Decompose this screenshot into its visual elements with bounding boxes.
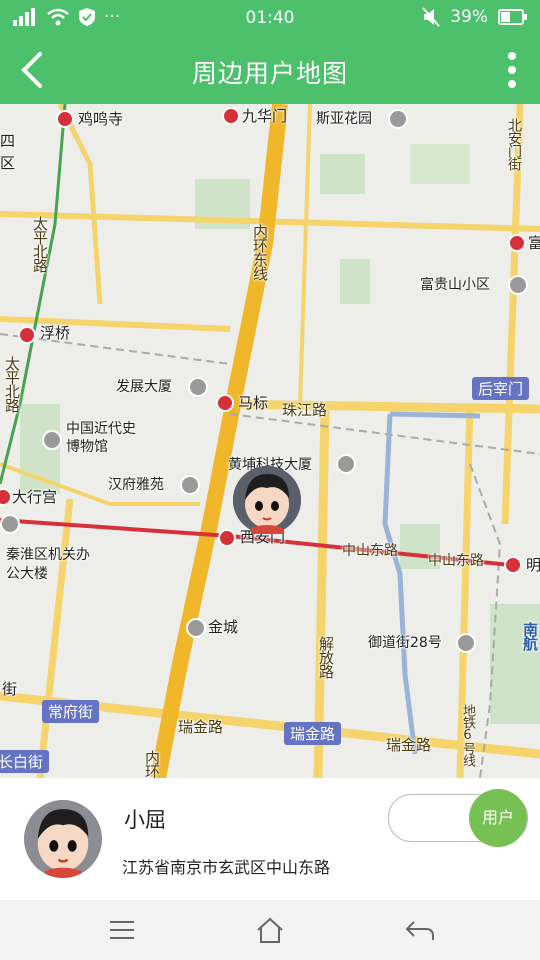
map-label: 解放路 xyxy=(317,636,335,678)
metro-icon xyxy=(508,234,526,252)
building-icon xyxy=(0,514,20,534)
battery-icon xyxy=(498,9,527,25)
status-bar: ··· 01:40 39% xyxy=(0,0,540,36)
avatar-icon xyxy=(37,809,89,878)
map-label: 中山东路 xyxy=(342,543,398,559)
system-nav-bar xyxy=(0,900,540,960)
back-arrow-icon[interactable] xyxy=(400,914,440,946)
map-tag: 常府街 xyxy=(42,700,100,723)
building-icon xyxy=(336,454,356,474)
metro-icon xyxy=(18,326,36,344)
avatar xyxy=(24,800,102,878)
user-name: 小屈 xyxy=(124,808,166,832)
page-title: 周边用户地图 xyxy=(191,59,348,88)
map-label: 鸡鸣寺 xyxy=(78,110,124,128)
map-view[interactable]: 鸡鸣寺 九华门 斯亚花园 北安门街 四 区 太平北路 内环东线 富 富贵山小区 … xyxy=(0,104,540,778)
map-label: 中国近代史博物馆 xyxy=(66,421,136,455)
building-icon xyxy=(180,475,200,495)
more-vertical-icon[interactable] xyxy=(502,50,522,90)
home-icon[interactable] xyxy=(250,914,290,946)
status-right-icons: 39% xyxy=(422,7,528,27)
map-label: 明 xyxy=(526,556,540,574)
avatar-icon xyxy=(233,466,301,534)
metro-icon xyxy=(56,110,74,128)
map-label: 浮桥 xyxy=(40,324,71,342)
map-label: 瑞金路 xyxy=(178,718,224,736)
toggle-knob[interactable]: 用户 xyxy=(469,789,527,847)
map-label: 大行宫 xyxy=(12,488,58,506)
metro-icon xyxy=(222,107,240,125)
building-icon xyxy=(188,377,208,397)
metro-icon xyxy=(504,556,522,574)
map-label: 地铁6号线 xyxy=(460,704,475,766)
metro-icon xyxy=(216,394,234,412)
map-label: 太平北路 xyxy=(31,216,49,272)
map-label: 金城 xyxy=(208,618,239,636)
map-label: 御道街28号 xyxy=(368,635,442,651)
map-label: 富贵山小区 xyxy=(420,277,490,293)
map-label: 四 xyxy=(0,132,16,150)
map-label: 马标 xyxy=(238,394,269,412)
map-label: 斯亚花园 xyxy=(316,111,372,127)
map-label: 街 xyxy=(2,680,18,698)
battery-percent: 39% xyxy=(450,7,488,27)
building-icon xyxy=(186,618,206,638)
map-label: 内环 xyxy=(143,750,161,778)
app-bar: 周边用户地图 xyxy=(0,36,540,104)
map-label: 内环东线 xyxy=(251,224,269,280)
map-tag: 瑞金路 xyxy=(284,722,342,745)
map-tag: 长白街 xyxy=(0,750,50,773)
map-label: 发展大厦 xyxy=(116,379,172,395)
building-icon xyxy=(508,275,528,295)
map-label: 瑞金路 xyxy=(386,736,432,754)
user-address: 江苏省南京市玄武区中山东路 xyxy=(122,858,331,877)
user-location-pin[interactable] xyxy=(233,466,301,534)
user-toggle[interactable]: 用户 xyxy=(388,789,528,847)
map-label: 九华门 xyxy=(242,107,288,125)
map-label: 秦淮区机关办公大楼 xyxy=(6,547,90,582)
map-label: 富 xyxy=(528,234,540,252)
map-tag: 后宰门 xyxy=(472,377,530,400)
mute-icon xyxy=(422,7,440,27)
map-label: 珠江路 xyxy=(282,401,328,419)
map-label: 太平北路 xyxy=(3,356,21,412)
menu-icon[interactable] xyxy=(102,914,142,946)
building-icon xyxy=(388,109,408,129)
map-label: 区 xyxy=(0,154,16,172)
museum-icon xyxy=(42,430,62,450)
user-card[interactable]: 小屈 江苏省南京市玄武区中山东路 用户 xyxy=(0,778,540,900)
map-label: 汉府雅苑 xyxy=(108,477,164,493)
building-icon xyxy=(456,633,476,653)
map-label: 中山东路 xyxy=(428,553,484,569)
map-label: 北安门街 xyxy=(506,118,522,170)
map-label: 南航 xyxy=(521,622,539,650)
